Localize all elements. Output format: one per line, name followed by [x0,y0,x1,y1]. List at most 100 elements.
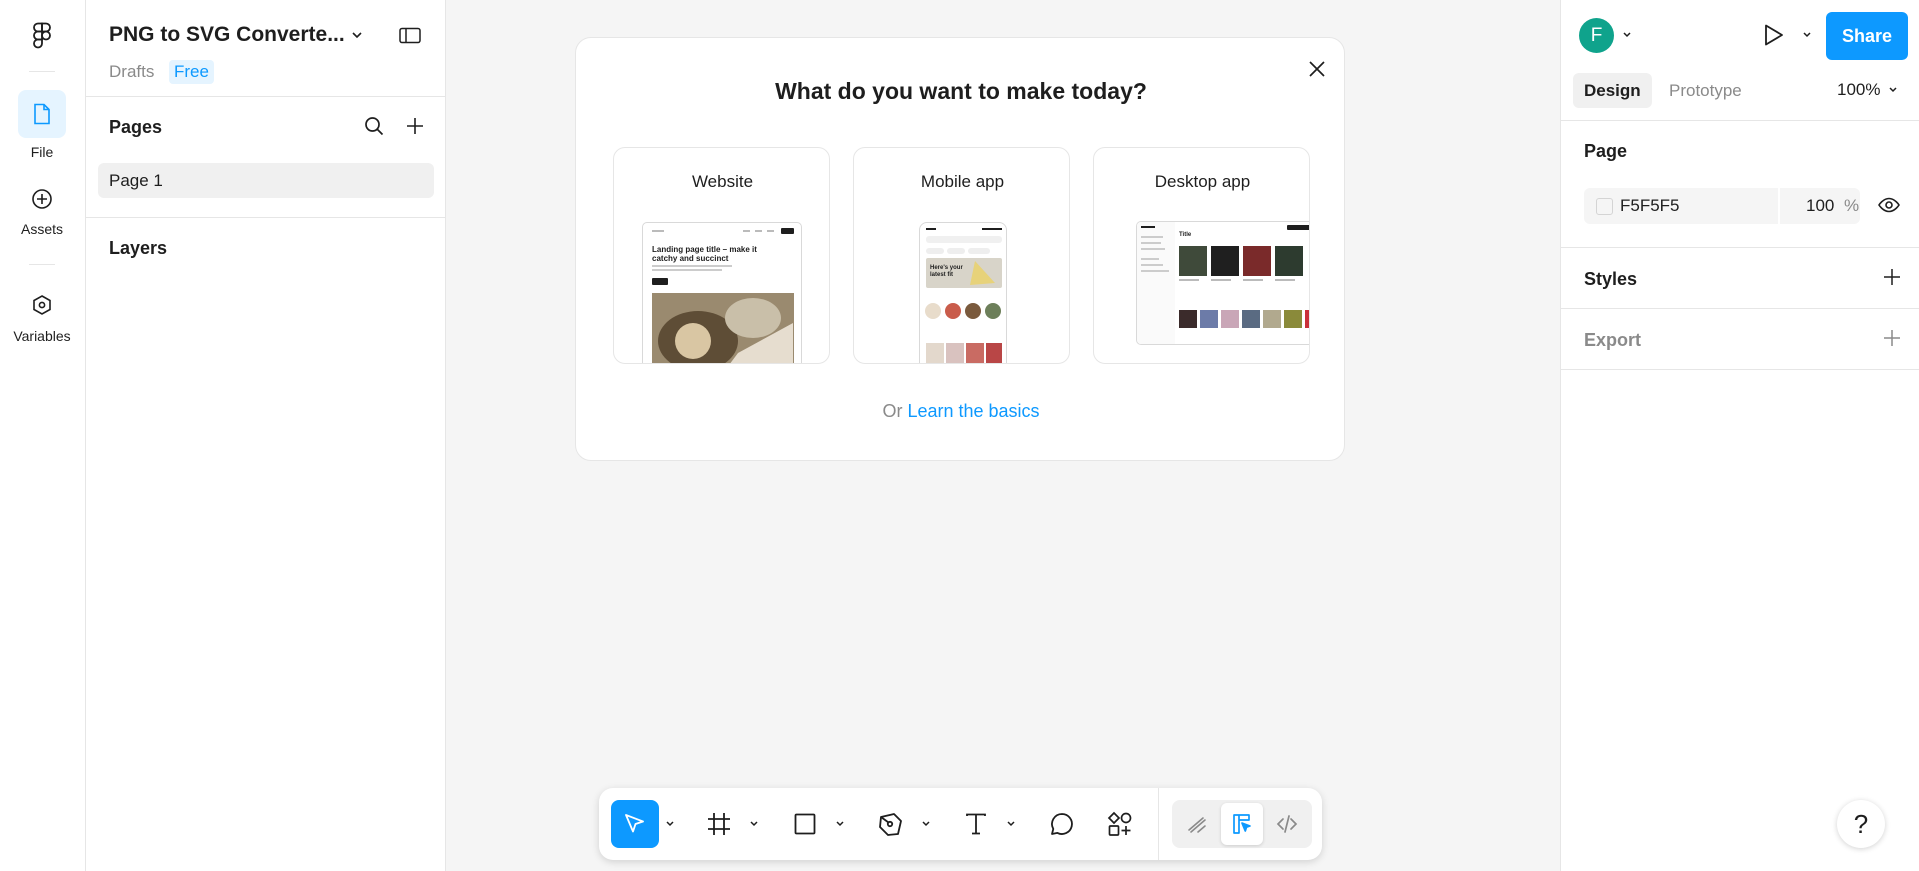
template-card-label: Desktop app [1154,172,1251,191]
frame-icon [706,811,732,837]
page-item[interactable]: Page 1 [98,163,434,198]
desktop-app-thumbnail: Title [1136,221,1309,345]
learn-basics-link[interactable]: Learn the basics [907,401,1039,421]
color-swatch[interactable] [1596,198,1613,215]
design-mode-icon [1230,812,1254,836]
add-page-icon[interactable] [404,115,426,137]
design-mode-button[interactable] [1221,803,1263,845]
dev-mode-button[interactable] [1266,803,1308,845]
rail-item-variables[interactable]: Variables [0,281,84,344]
modal-title: What do you want to make today? [775,78,1147,104]
page-fill-field[interactable]: F5F5F5 100 % [1584,188,1860,224]
page-item-label: Page 1 [109,171,163,190]
file-icon [32,103,52,125]
panel-divider [86,217,446,218]
actions-icon [1106,810,1134,838]
rail-item-file[interactable]: File [0,90,84,160]
chevron-down-icon[interactable] [921,820,931,828]
rail-divider [29,264,55,265]
desktop-app-thumbnail-graphic [1137,222,1309,344]
user-avatar[interactable]: F [1579,18,1614,53]
rail-label-file: File [30,144,54,160]
website-thumbnail-headline: Landing page title – make it catchy and … [652,245,757,263]
draw-icon [1185,812,1209,836]
rectangle-icon [792,811,818,837]
zoom-level[interactable]: 100% [1837,80,1880,100]
chevron-down-icon[interactable] [665,820,675,828]
add-export-icon[interactable] [1881,327,1903,349]
chevron-down-icon[interactable] [1802,31,1812,39]
rail-file-button[interactable] [18,90,66,138]
template-card-desktop-app[interactable]: Desktop app Title [1093,147,1310,364]
panel-divider [1561,308,1919,309]
play-icon[interactable] [1760,22,1786,48]
mobile-app-thumbnail: Here's your latest fit [919,222,1007,363]
chevron-down-icon[interactable] [1888,86,1898,94]
pen-icon [877,810,905,838]
frame-tool-button[interactable] [695,800,743,848]
rail-variables-button[interactable] [18,281,66,329]
panel-divider [1561,369,1919,370]
layers-heading: Layers [109,238,168,258]
comment-tool-button[interactable] [1038,800,1086,848]
rail-item-assets[interactable]: Assets [0,175,84,237]
template-card-mobile-app[interactable]: Mobile app Here's your latest fit [853,147,1070,364]
fill-opacity-value[interactable]: 100 [1806,196,1834,216]
pen-tool-button[interactable] [867,800,915,848]
rectangle-tool-button[interactable] [781,800,829,848]
template-card-label: Mobile app [920,172,1005,191]
eye-icon[interactable] [1877,194,1901,216]
sidebar-toggle-icon[interactable] [398,25,422,47]
field-divider [1778,188,1780,224]
rail-label-variables: Variables [13,328,71,344]
rail-assets-button[interactable] [18,175,66,223]
learn-prefix: Or [882,401,903,421]
desktop-app-thumbnail-headline: Title [1179,232,1192,238]
code-icon [1275,812,1299,836]
fill-hex-value[interactable]: F5F5F5 [1620,196,1680,216]
tab-design[interactable]: Design [1573,73,1652,108]
panel-divider [86,96,446,97]
drafts-link[interactable]: Drafts [109,62,154,82]
plan-badge[interactable]: Free [169,60,214,84]
cursor-arrow-icon [622,811,648,837]
close-icon[interactable] [1306,58,1328,80]
search-icon[interactable] [363,115,385,137]
layers-panel: PNG to SVG Converte... Drafts Free Pages… [86,0,446,871]
template-card-label: Website [691,172,754,191]
mode-switcher [1172,800,1312,848]
toolbar-divider [1158,788,1159,860]
draw-mode-button[interactable] [1176,803,1218,845]
chevron-down-icon[interactable] [1006,820,1016,828]
chevron-down-icon[interactable] [835,820,845,828]
fill-opacity-unit: % [1844,196,1860,215]
styles-section-heading: Styles [1584,269,1638,289]
text-tool-button[interactable] [952,800,1000,848]
share-button[interactable]: Share [1826,12,1908,60]
left-rail: File Assets Variables [0,0,86,871]
bottom-toolbar [599,788,1322,860]
file-title[interactable]: PNG to SVG Converte... [109,23,345,47]
template-picker-modal: What do you want to make today? Website [575,37,1345,461]
chevron-down-icon[interactable] [350,30,364,40]
chevron-down-icon[interactable] [749,820,759,828]
add-style-icon[interactable] [1881,266,1903,288]
panel-divider [1561,247,1919,248]
help-button[interactable]: ? [1837,800,1885,848]
page-section-heading: Page [1584,141,1628,161]
pages-heading: Pages [109,117,163,137]
comment-icon [1049,811,1075,837]
actions-tool-button[interactable] [1096,800,1144,848]
panel-divider [1561,120,1919,121]
move-tool-button[interactable] [611,800,659,848]
variables-icon [31,294,53,316]
export-section-heading: Export [1584,330,1642,350]
template-card-website[interactable]: Website Landing page title – make it cat… [613,147,830,364]
mobile-app-thumbnail-graphic [925,228,1002,363]
rail-label-assets: Assets [20,221,63,237]
figma-logo-icon[interactable] [29,22,55,50]
chevron-down-icon[interactable] [1622,31,1632,39]
tab-prototype[interactable]: Prototype [1658,73,1753,108]
learn-basics-text: Or Learn the basics [576,401,1346,422]
website-thumbnail: Landing page title – make it catchy and … [642,222,802,363]
